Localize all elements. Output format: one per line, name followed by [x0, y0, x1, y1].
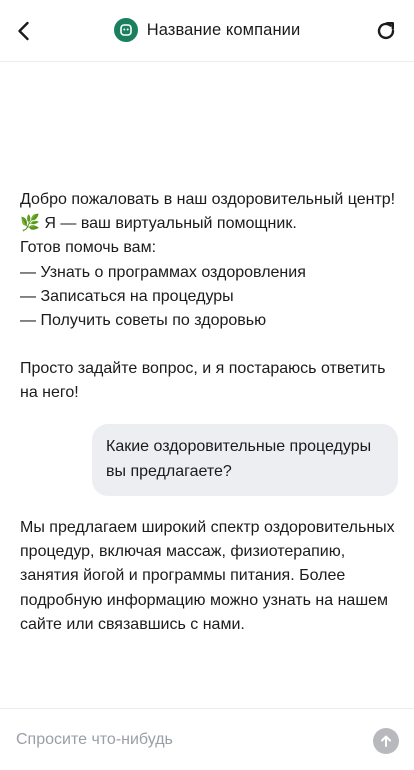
message-paragraph: Мы предлагаем широкий спектр оздоровител…	[20, 519, 395, 633]
header-title-group: Название компании	[0, 18, 414, 42]
app-header: Название компании	[0, 0, 414, 62]
refresh-button[interactable]	[373, 18, 399, 44]
send-button[interactable]	[373, 728, 399, 754]
company-name: Название компании	[146, 20, 301, 39]
assistant-message: Добро пожаловать в наш оздоровительный ц…	[20, 188, 400, 406]
assistant-message: Мы предлагаем широкий спектр оздоровител…	[20, 516, 400, 637]
message-paragraph: Добро пожаловать в наш оздоровительный ц…	[20, 191, 396, 330]
refresh-icon	[377, 22, 395, 40]
user-message-bubble: Какие оздоровительные процедуры вы предл…	[92, 424, 398, 496]
chat-area[interactable]: Добро пожаловать в наш оздоровительный ц…	[0, 62, 414, 707]
message-text: Какие оздоровительные процедуры вы предл…	[106, 438, 372, 480]
message-composer	[0, 708, 414, 770]
message-paragraph: Просто задайте вопрос, и я постараюсь от…	[20, 360, 386, 402]
message-input[interactable]	[16, 726, 356, 754]
arrow-up-icon	[381, 735, 391, 747]
chat-bot-icon	[113, 18, 138, 42]
